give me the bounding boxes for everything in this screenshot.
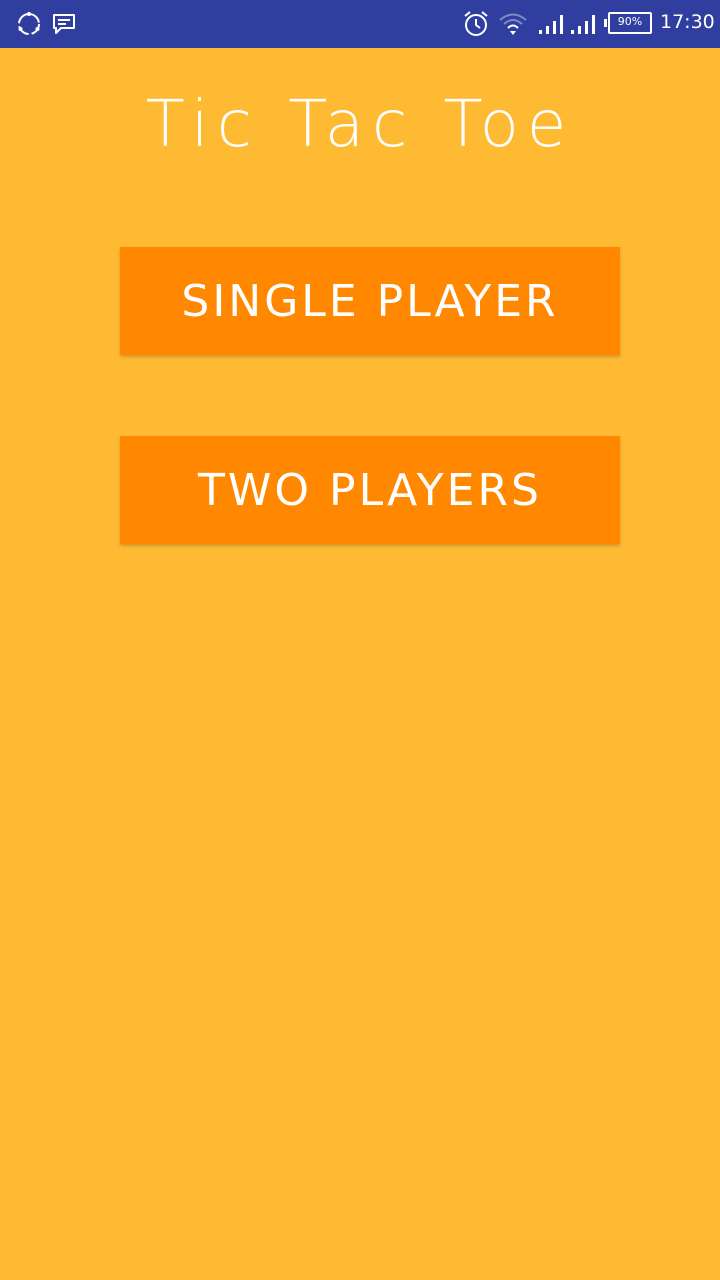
alarm-icon (464, 11, 488, 36)
battery-icon: 90% (604, 12, 652, 34)
battery-percent: 90% (617, 15, 643, 28)
single-player-button[interactable]: SINGLE PLAYER (120, 247, 620, 355)
message-icon (53, 14, 75, 34)
sync-icon (18, 12, 40, 35)
wifi-icon (499, 13, 527, 35)
status-time: 17:30 (660, 11, 715, 33)
signal-icon (539, 15, 563, 34)
two-players-button[interactable]: TWO PLAYERS (120, 436, 620, 544)
signal-icon (571, 15, 595, 34)
status-bar: 90% 17:30 (0, 0, 720, 48)
app-title: Tic Tac Toe (145, 88, 575, 162)
